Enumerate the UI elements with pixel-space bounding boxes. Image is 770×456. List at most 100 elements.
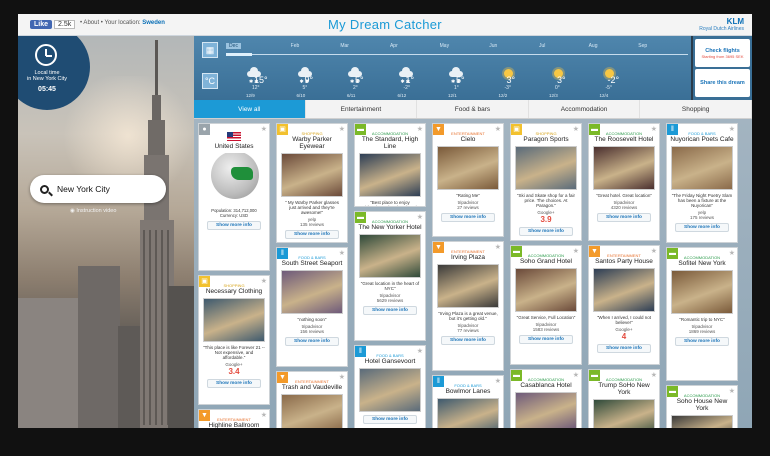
tab-accommodation[interactable]: Accommodation <box>529 100 641 118</box>
favorite-star-icon[interactable]: ★ <box>495 377 501 385</box>
place-card[interactable]: ▼ ★ Entertainment Irving Plaza "Irving Plaza… <box>432 241 504 371</box>
timeline-month[interactable] <box>315 43 340 49</box>
place-card[interactable]: ‖ ★ Food & bars Hotel Gansevoort Show more i… <box>354 345 426 428</box>
place-card[interactable]: ▼★EntertainmentHighline Ballroom"The sho… <box>198 409 270 428</box>
show-more-info-button[interactable]: Show more info <box>597 213 651 222</box>
month-timeline[interactable]: Dec Feb Mar Apr May Jun Jul Aug Sep <box>226 43 688 63</box>
show-more-info-button[interactable]: Show more info <box>363 415 417 424</box>
place-card[interactable]: ▬ ★ Accommodation Soho Grand Hotel "Great Se… <box>510 245 582 365</box>
place-photo[interactable] <box>515 268 577 312</box>
city-search-input[interactable]: New York City <box>30 175 166 203</box>
show-more-info-button[interactable]: Show more info <box>597 344 651 353</box>
favorite-star-icon[interactable]: ★ <box>339 125 345 133</box>
place-card[interactable]: ▣ ★ Shopping Necessary Clothing "This place … <box>198 275 270 405</box>
place-card[interactable]: ▼ ★ Entertainment Santos Party House "When I… <box>588 245 660 365</box>
timeline-month[interactable] <box>564 43 589 49</box>
place-card[interactable]: ▬ ★ Accommodation The New Yorker Hotel "Grea… <box>354 211 426 341</box>
place-card[interactable]: ‖ ★ Food & bars Nuyorican Poets Cafe "The Fr… <box>666 123 738 243</box>
timeline-month[interactable] <box>514 43 539 49</box>
place-card[interactable]: ● ★ United States Population: 314,712,000 Cu… <box>198 123 270 271</box>
temperature-icon[interactable]: °C <box>202 73 218 89</box>
favorite-star-icon[interactable]: ★ <box>339 249 345 257</box>
place-card[interactable]: ▬ ★ Accommodation Sofitel New York "Romantic… <box>666 247 738 381</box>
show-more-info-button[interactable]: Show more info <box>441 213 495 222</box>
favorite-star-icon[interactable]: ★ <box>495 243 501 251</box>
place-card[interactable]: ▬ ★ Accommodation Casablanca Hotel <box>510 369 582 428</box>
favorite-star-icon[interactable]: ★ <box>729 125 735 133</box>
favorite-star-icon[interactable]: ★ <box>261 277 267 285</box>
place-card[interactable]: ▬ ★ Accommodation Trump SoHo New York <box>588 369 660 428</box>
place-photo[interactable] <box>593 268 655 312</box>
favorite-star-icon[interactable]: ★ <box>573 371 579 379</box>
tab-view-all[interactable]: View all <box>194 100 306 118</box>
show-more-info-button[interactable]: Show more info <box>519 335 573 344</box>
show-more-info-button[interactable]: Show more info <box>441 336 495 345</box>
place-photo[interactable] <box>671 270 733 314</box>
place-photo[interactable] <box>437 264 499 308</box>
show-more-info-button[interactable]: Show more info <box>363 306 417 315</box>
favorite-star-icon[interactable]: ★ <box>651 247 657 255</box>
timeline-month[interactable]: Mar <box>340 43 365 49</box>
place-photo[interactable] <box>359 153 421 197</box>
timeline-month[interactable]: Feb <box>291 43 316 49</box>
calendar-icon[interactable]: ▦ <box>202 42 218 58</box>
place-card[interactable]: ▣ ★ Shopping Paragon Sports "Ski and Skate s… <box>510 123 582 241</box>
place-card[interactable]: ▬ ★ Accommodation Soho House New York <box>666 385 738 428</box>
tab-shopping[interactable]: Shopping <box>640 100 752 118</box>
timeline-month[interactable]: Aug <box>589 43 614 49</box>
favorite-star-icon[interactable]: ★ <box>651 125 657 133</box>
place-photo[interactable] <box>671 415 733 428</box>
place-photo[interactable] <box>281 394 343 428</box>
favorite-star-icon[interactable]: ★ <box>729 387 735 395</box>
timeline-month[interactable] <box>415 43 440 49</box>
show-more-info-button[interactable]: Show more info <box>285 337 339 346</box>
favorite-star-icon[interactable]: ★ <box>495 125 501 133</box>
favorite-star-icon[interactable]: ★ <box>261 411 267 419</box>
share-dream-button[interactable]: Share this dream <box>695 69 750 97</box>
timeline-month[interactable]: Sep <box>638 43 663 49</box>
timeline-month[interactable]: Jul <box>539 43 564 49</box>
timeline-month[interactable]: May <box>440 43 465 49</box>
place-card[interactable]: ▼ ★ Entertainment Cielo "Rating Me" tripadvis… <box>432 123 504 237</box>
favorite-star-icon[interactable]: ★ <box>651 371 657 379</box>
timeline-month[interactable] <box>365 43 390 49</box>
timeline-month[interactable]: Jun <box>489 43 514 49</box>
show-more-info-button[interactable]: Show more info <box>207 221 261 230</box>
place-card[interactable]: ▬ ★ Accommodation The Standard, High Line "B… <box>354 123 426 207</box>
favorite-star-icon[interactable]: ★ <box>417 347 423 355</box>
klm-logo[interactable]: KLM Royal Dutch Airlines <box>699 17 744 32</box>
show-more-info-button[interactable]: Show more info <box>207 379 261 388</box>
place-photo[interactable] <box>515 392 577 428</box>
favorite-star-icon[interactable]: ★ <box>729 249 735 257</box>
favorite-star-icon[interactable]: ★ <box>417 213 423 221</box>
timeline-month[interactable] <box>266 43 291 49</box>
place-card[interactable]: ▬ ★ Accommodation The Roosevelt Hotel "Great… <box>588 123 660 241</box>
place-card[interactable]: ‖ ★ Food & bars South Street Seaport "nothin… <box>276 247 348 367</box>
place-photo[interactable] <box>203 298 265 342</box>
favorite-star-icon[interactable]: ★ <box>573 125 579 133</box>
tab-entertainment[interactable]: Entertainment <box>306 100 418 118</box>
place-photo[interactable] <box>593 399 655 428</box>
show-more-info-button[interactable]: Show more info <box>675 337 729 346</box>
show-more-info-button[interactable]: Show more info <box>519 227 573 236</box>
favorite-star-icon[interactable]: ★ <box>339 373 345 381</box>
instruction-video-link[interactable]: ◉ Instruction video <box>70 208 116 214</box>
favorite-star-icon[interactable]: ★ <box>417 125 423 133</box>
place-photo[interactable] <box>281 270 343 314</box>
place-photo[interactable] <box>437 398 499 428</box>
show-more-info-button[interactable]: Show more info <box>285 230 339 239</box>
timeline-month[interactable]: Dec <box>226 43 241 49</box>
place-photo[interactable] <box>437 146 499 190</box>
timeline-month[interactable] <box>663 43 688 49</box>
place-photo[interactable] <box>359 368 421 412</box>
place-card[interactable]: ▼ ★ Entertainment Trash and Vaudeville <box>276 371 348 428</box>
place-photo[interactable] <box>281 153 343 197</box>
timeline-month[interactable]: Apr <box>390 43 415 49</box>
show-more-info-button[interactable]: Show more info <box>675 223 729 232</box>
timeline-handle[interactable] <box>226 53 252 56</box>
check-flights-button[interactable]: Check flights Starting from 3695 SEK <box>695 39 750 67</box>
timeline-month[interactable] <box>613 43 638 49</box>
place-card[interactable]: ‖ ★ Food & bars Bowlmor Lanes <box>432 375 504 428</box>
place-photo[interactable] <box>671 146 733 190</box>
timeline-month[interactable] <box>241 43 266 49</box>
